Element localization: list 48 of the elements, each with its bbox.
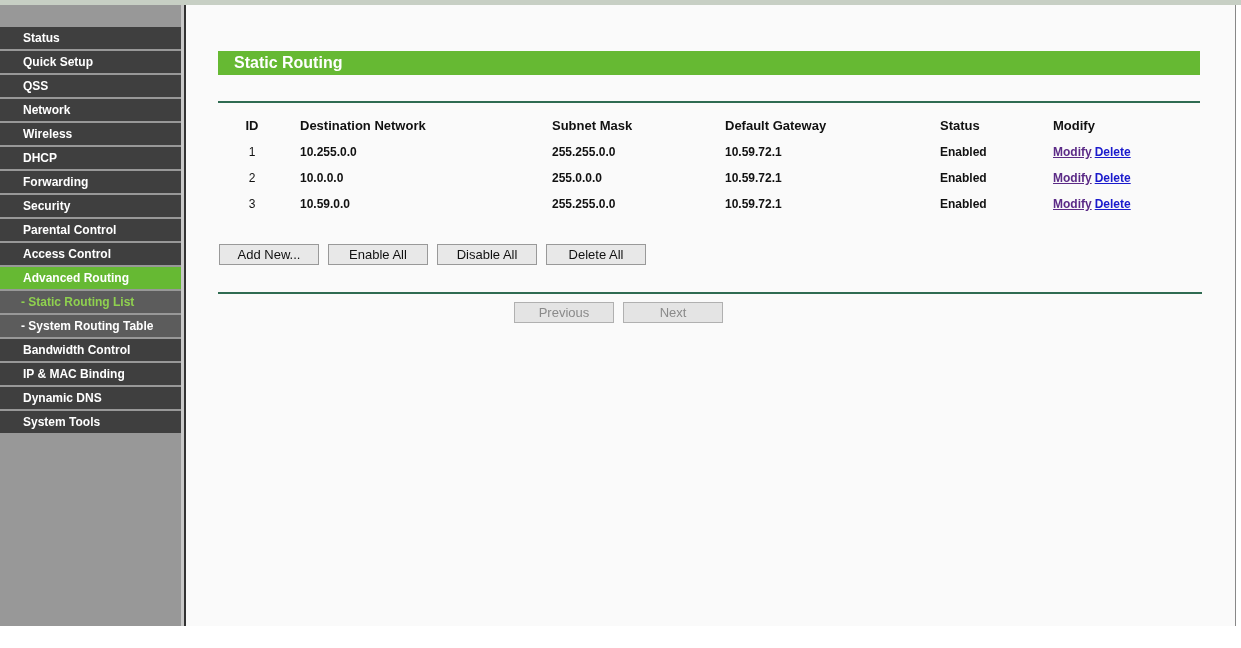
column-header: Subnet Mask bbox=[552, 117, 634, 136]
table-cell-text: Enabled bbox=[940, 144, 988, 161]
sidebar-item[interactable]: - System Routing Table bbox=[0, 315, 181, 337]
table-cell-text: 10.59.0.0 bbox=[300, 196, 352, 213]
sidebar-item[interactable]: Parental Control bbox=[0, 219, 181, 241]
column-header: Modify bbox=[1053, 117, 1096, 136]
table-cell-text: Enabled bbox=[940, 196, 988, 213]
link[interactable]: Delete bbox=[1094, 143, 1131, 161]
sidebar-item[interactable]: Dynamic DNS bbox=[0, 387, 181, 409]
sidebar-item[interactable]: System Tools bbox=[0, 411, 181, 433]
column-header: ID bbox=[244, 117, 260, 136]
column-header: Default Gateway bbox=[725, 117, 828, 136]
table-cell-text: 10.0.0.0 bbox=[300, 170, 345, 187]
table-cell-text: 10.59.72.1 bbox=[725, 144, 783, 161]
sidebar-item[interactable]: Bandwidth Control bbox=[0, 339, 181, 361]
table-cell-text: 1 bbox=[247, 144, 257, 161]
action-button[interactable]: Add New... bbox=[219, 244, 319, 265]
table-cell-text: 255.0.0.0 bbox=[552, 170, 604, 187]
table-cell-text: 255.255.0.0 bbox=[552, 144, 617, 161]
table-cell-text: 10.255.0.0 bbox=[300, 144, 358, 161]
table-cell-text: 255.255.0.0 bbox=[552, 196, 617, 213]
section-title: Static Routing bbox=[218, 51, 1200, 75]
table-cell-text: 3 bbox=[247, 196, 257, 213]
link[interactable]: Modify bbox=[1053, 169, 1092, 187]
action-button[interactable]: Delete All bbox=[546, 244, 646, 265]
sidebar-item[interactable]: Network bbox=[0, 99, 181, 121]
sidebar-item[interactable]: Access Control bbox=[0, 243, 181, 265]
table-cell-text: 10.59.72.1 bbox=[725, 196, 783, 213]
sidebar-item[interactable]: Quick Setup bbox=[0, 51, 181, 73]
column-header: Destination Network bbox=[300, 117, 427, 136]
column-header: Status bbox=[940, 117, 981, 136]
sidebar-item[interactable]: Security bbox=[0, 195, 181, 217]
link[interactable]: Modify bbox=[1053, 143, 1092, 161]
table-cell-text: 2 bbox=[247, 170, 257, 187]
sidebar-item[interactable]: IP & MAC Binding bbox=[0, 363, 181, 385]
link[interactable]: Delete bbox=[1094, 169, 1131, 187]
table-cell-text: 10.59.72.1 bbox=[725, 170, 783, 187]
sidebar-item[interactable]: - Static Routing List bbox=[0, 291, 181, 313]
link[interactable]: Modify bbox=[1053, 195, 1092, 213]
action-button[interactable]: Disable All bbox=[437, 244, 537, 265]
table-cell-text: Enabled bbox=[940, 170, 988, 187]
sidebar-item[interactable]: Status bbox=[0, 27, 181, 49]
sidebar-item[interactable]: Forwarding bbox=[0, 171, 181, 193]
action-button[interactable]: Enable All bbox=[328, 244, 428, 265]
sidebar-item[interactable]: QSS bbox=[0, 75, 181, 97]
sidebar-item[interactable]: Wireless bbox=[0, 123, 181, 145]
sidebar-item[interactable]: DHCP bbox=[0, 147, 181, 169]
link[interactable]: Delete bbox=[1094, 195, 1131, 213]
